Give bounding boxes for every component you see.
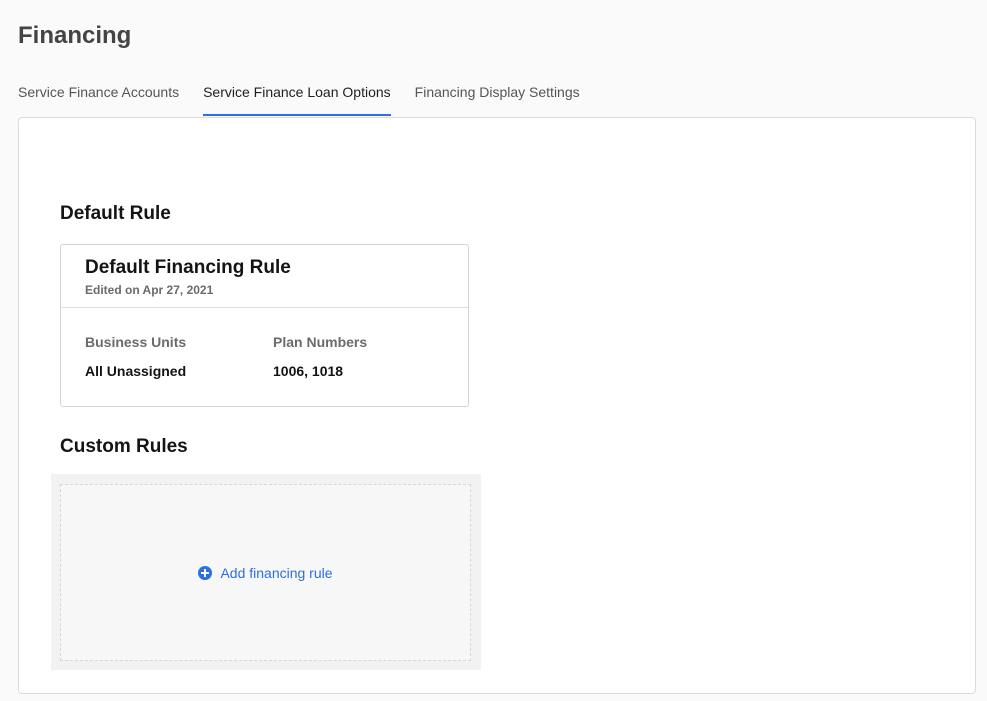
tab-service-finance-loan-options[interactable]: Service Finance Loan Options [203,84,391,116]
add-financing-rule-button[interactable]: Add financing rule [198,564,333,581]
business-units-value: All Unassigned [85,363,187,379]
plan-numbers-label: Plan Numbers [273,334,368,350]
page-title: Financing [18,22,132,49]
plus-circle-icon [198,565,213,580]
custom-rules-area: Add financing rule [51,474,481,670]
rule-name: Default Financing Rule [85,257,291,278]
tab-financing-display-settings[interactable]: Financing Display Settings [415,84,580,116]
custom-rules-dropzone: Add financing rule [60,484,471,661]
business-units-label: Business Units [85,334,187,350]
plan-numbers-value: 1006, 1018 [273,363,344,379]
rule-card-body: Business Units All Unassigned Plan Numbe… [61,308,468,406]
content-panel: Default Rule Default Financing Rule Edit… [18,117,976,694]
plan-numbers-column: Plan Numbers 1006, 1018 [273,334,367,379]
tab-service-finance-accounts[interactable]: Service Finance Accounts [18,84,179,116]
tab-bar: Service Finance Accounts Service Finance… [18,84,580,116]
business-units-column: Business Units All Unassigned [85,334,186,379]
rule-edited-date: Edited on Apr 27, 2021 [85,283,214,297]
add-financing-rule-label: Add financing rule [220,564,333,581]
custom-rules-heading: Custom Rules [60,436,188,457]
default-rule-card[interactable]: Default Financing Rule Edited on Apr 27,… [60,244,469,407]
rule-card-header: Default Financing Rule Edited on Apr 27,… [61,245,468,308]
default-rule-heading: Default Rule [60,203,171,224]
